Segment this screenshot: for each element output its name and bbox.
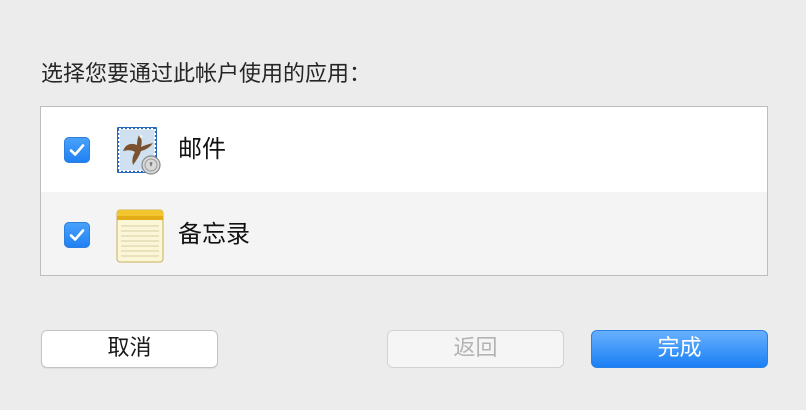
notes-label: 备忘录 — [178, 220, 250, 248]
mail-app-icon — [117, 127, 161, 175]
notes-checkbox[interactable] — [64, 222, 90, 248]
checkmark-icon — [69, 144, 85, 156]
cancel-button[interactable]: 取消 — [41, 330, 218, 368]
app-list: 邮件 备忘录 — [40, 106, 768, 276]
done-button[interactable]: 完成 — [591, 330, 768, 368]
back-button: 返回 — [387, 330, 564, 368]
app-row-notes[interactable]: 备忘录 — [41, 192, 767, 275]
checkmark-icon — [69, 229, 85, 241]
notes-app-icon — [116, 209, 164, 263]
apps-prompt: 选择您要通过此帐户使用的应用： — [41, 62, 372, 87]
app-row-mail[interactable]: 邮件 — [41, 107, 767, 191]
mail-checkbox[interactable] — [64, 137, 90, 163]
mail-label: 邮件 — [178, 135, 226, 163]
